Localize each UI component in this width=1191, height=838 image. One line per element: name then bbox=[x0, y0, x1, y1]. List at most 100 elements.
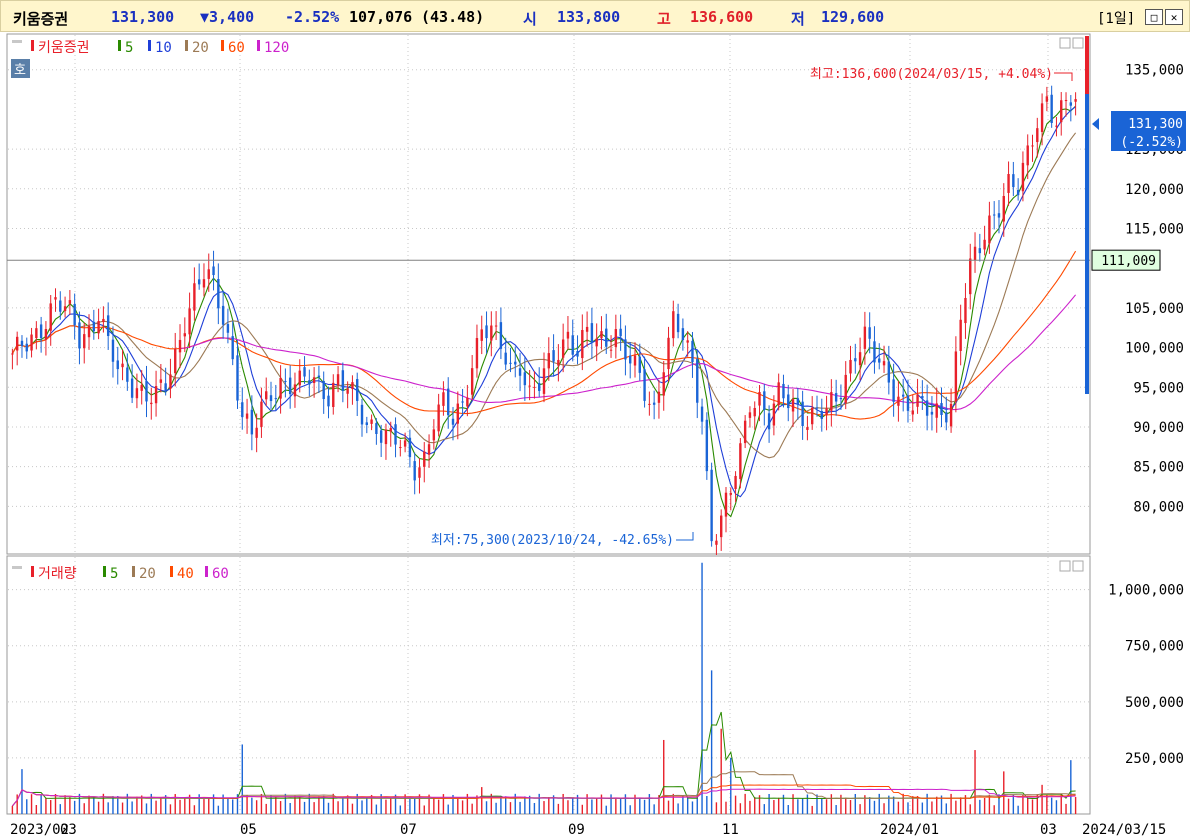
high-label: 고 bbox=[657, 10, 671, 28]
volume-ma-line bbox=[12, 771, 1076, 807]
candle bbox=[973, 232, 977, 273]
candle-body bbox=[509, 362, 512, 364]
candle bbox=[116, 346, 119, 385]
candle bbox=[288, 365, 292, 409]
candle-body bbox=[729, 492, 732, 495]
candle-body bbox=[1069, 102, 1073, 106]
candle bbox=[413, 452, 416, 495]
candle-body bbox=[356, 379, 359, 401]
candle bbox=[494, 311, 498, 341]
minimize-panel-icon[interactable] bbox=[1059, 37, 1071, 49]
candle bbox=[183, 317, 187, 353]
candle bbox=[897, 380, 900, 422]
candle-body bbox=[576, 351, 579, 357]
candle-body bbox=[1055, 125, 1058, 127]
candle-body bbox=[44, 329, 48, 340]
x-tick-label: 03 bbox=[1040, 822, 1057, 838]
period-selector[interactable]: [1일] bbox=[1097, 8, 1135, 28]
candle bbox=[269, 381, 273, 409]
candle bbox=[121, 349, 124, 381]
candle-body bbox=[241, 402, 244, 418]
candle-body bbox=[260, 401, 263, 427]
candle-body bbox=[116, 360, 119, 370]
candle bbox=[657, 380, 661, 419]
stock-chart[interactable]: 키움증권 5 10 20 60 120 호 거래량 5 20 40 60 최고:… bbox=[0, 32, 1191, 838]
close-button[interactable]: ✕ bbox=[1165, 9, 1183, 25]
candle-body bbox=[959, 319, 962, 351]
restore-button[interactable]: □ bbox=[1145, 9, 1163, 25]
candle bbox=[25, 337, 28, 359]
candle bbox=[523, 356, 527, 401]
candle bbox=[475, 324, 479, 378]
candle-body bbox=[111, 339, 115, 362]
candle-body bbox=[236, 355, 239, 401]
volume-menu-icon[interactable] bbox=[12, 566, 22, 569]
candle-body bbox=[595, 338, 598, 347]
candle bbox=[1055, 116, 1058, 137]
candle-body bbox=[633, 355, 637, 366]
close-panel-icon[interactable] bbox=[1072, 37, 1084, 49]
candle-body bbox=[868, 327, 871, 339]
candle-body bbox=[518, 368, 522, 376]
candle bbox=[394, 417, 397, 458]
candle-body bbox=[63, 306, 67, 312]
candle-body bbox=[858, 352, 862, 366]
x-tick-label: 11 bbox=[722, 822, 739, 838]
candle bbox=[480, 315, 483, 355]
candle bbox=[652, 390, 656, 420]
candle-body bbox=[887, 361, 891, 383]
quote-header: 키움증권 131,300 ▼3,400 -2.52% 107,076 (43.4… bbox=[0, 0, 1190, 32]
candle bbox=[322, 371, 325, 414]
close-icon: ✕ bbox=[1170, 11, 1178, 24]
candle-body bbox=[87, 325, 91, 338]
candle bbox=[930, 396, 934, 431]
volume-grid bbox=[8, 557, 1089, 813]
candle-body bbox=[557, 359, 560, 366]
candle bbox=[858, 337, 862, 381]
candle bbox=[485, 311, 488, 354]
candle-body bbox=[1050, 94, 1053, 124]
candle-body bbox=[83, 334, 86, 349]
panel-menu-icon[interactable] bbox=[12, 40, 22, 43]
candle-body bbox=[825, 408, 828, 415]
candle bbox=[873, 326, 876, 374]
minimize-volume-panel-icon[interactable] bbox=[1059, 560, 1071, 572]
x-tick-label: 03 bbox=[60, 822, 77, 838]
candle-body bbox=[1036, 128, 1039, 143]
candle bbox=[427, 434, 431, 468]
candle bbox=[408, 429, 412, 468]
candle bbox=[1007, 161, 1010, 206]
candle-body bbox=[1002, 196, 1005, 222]
price-tick-label: 105,000 bbox=[1125, 301, 1184, 317]
candle bbox=[676, 303, 680, 339]
legend-ma20: 20 bbox=[192, 40, 209, 56]
candle-body bbox=[854, 358, 857, 362]
candle bbox=[327, 386, 330, 419]
volume-panel-buttons[interactable] bbox=[1059, 560, 1084, 572]
high-annotation: 최고:136,600(2024/03/15, +4.04%) bbox=[810, 67, 1053, 82]
candle-body bbox=[691, 340, 694, 363]
candle-body bbox=[423, 451, 426, 467]
candle bbox=[97, 308, 100, 340]
candle-body bbox=[791, 399, 795, 412]
candle bbox=[763, 383, 766, 426]
candle-body bbox=[605, 328, 608, 347]
candle bbox=[916, 378, 919, 414]
candle-body bbox=[648, 403, 651, 405]
candle-body bbox=[954, 351, 958, 402]
candle bbox=[743, 415, 747, 449]
candle bbox=[260, 387, 263, 438]
price-panel-buttons[interactable] bbox=[1059, 37, 1084, 49]
candle-body bbox=[964, 298, 967, 324]
candle-body bbox=[911, 410, 914, 415]
candle-body bbox=[456, 403, 459, 424]
price-candles bbox=[11, 85, 1077, 556]
candle bbox=[720, 509, 723, 551]
candle-body bbox=[720, 515, 723, 538]
candle bbox=[83, 322, 86, 364]
candle-body bbox=[758, 392, 761, 406]
crosshair-value-label: 111,009 bbox=[1101, 254, 1156, 269]
candle-body bbox=[585, 326, 589, 332]
candle bbox=[581, 314, 584, 371]
close-volume-panel-icon[interactable] bbox=[1072, 560, 1084, 572]
